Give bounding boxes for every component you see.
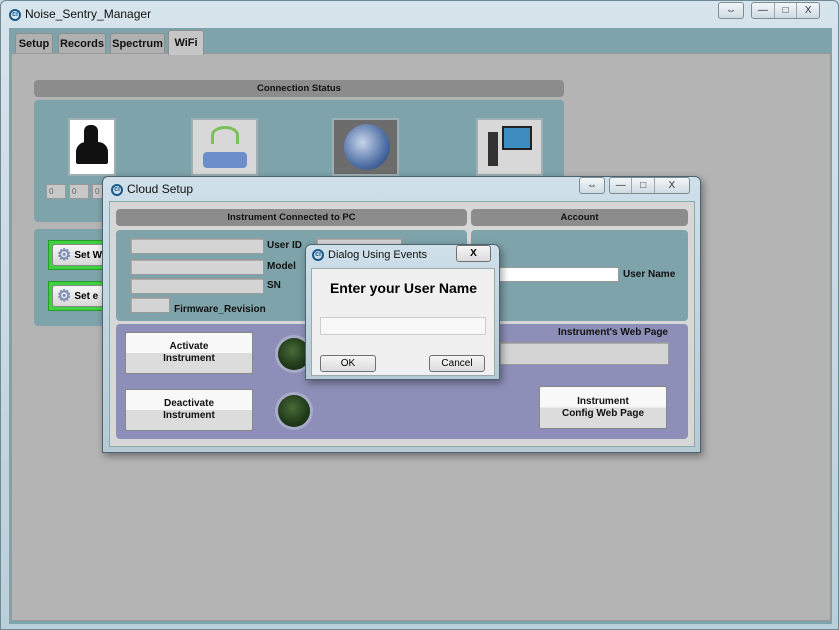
resize-icon[interactable]: ⇔ bbox=[580, 178, 604, 193]
cancel-button[interactable]: Cancel bbox=[429, 355, 485, 372]
gear-icon: ⚙ bbox=[57, 247, 72, 264]
cloud-window-controls: — □ X bbox=[609, 177, 690, 194]
main-restore-button[interactable]: ⇔ bbox=[718, 2, 744, 19]
close-button[interactable]: X bbox=[797, 3, 819, 18]
user-id-label: User ID bbox=[267, 240, 303, 251]
dialog-close-button[interactable]: X bbox=[456, 245, 491, 262]
dialog-prompt: Enter your User Name bbox=[329, 280, 478, 296]
set-e-label: Set e bbox=[74, 290, 99, 302]
instrument-header: Instrument Connected to PC bbox=[116, 209, 467, 226]
firmware-label: Firmware_Revision bbox=[174, 304, 266, 315]
set-wifi-label: Set W bbox=[74, 249, 103, 261]
tab-setup[interactable]: Setup bbox=[15, 33, 53, 53]
tab-wifi[interactable]: WiFi bbox=[168, 30, 204, 55]
firmware-field[interactable] bbox=[130, 297, 170, 313]
app-logo-icon: ci bbox=[9, 8, 21, 21]
resize-icon[interactable]: ⇔ bbox=[719, 3, 743, 18]
ok-button[interactable]: OK bbox=[320, 355, 376, 372]
user-name-field[interactable] bbox=[493, 267, 619, 282]
model-field[interactable] bbox=[130, 259, 264, 275]
dialog-title: ci Dialog Using Events bbox=[312, 249, 428, 262]
model-label: Model bbox=[267, 261, 296, 272]
sn-field[interactable] bbox=[130, 278, 264, 294]
minimize-button[interactable]: — bbox=[752, 3, 775, 18]
tab-records[interactable]: Records bbox=[58, 33, 106, 53]
main-title-text: Noise_Sentry_Manager bbox=[25, 7, 152, 21]
deactivate-instrument-button[interactable]: Deactivate Instrument bbox=[125, 389, 253, 431]
counter-1: 0 bbox=[46, 184, 66, 199]
config-web-page-button[interactable]: Instrument Config Web Page bbox=[539, 386, 667, 429]
account-header: Account bbox=[471, 209, 688, 226]
cloud-restore-button[interactable]: ⇔ bbox=[579, 177, 605, 194]
router-image bbox=[191, 118, 258, 176]
main-title: ci Noise_Sentry_Manager bbox=[9, 7, 151, 21]
earth-image bbox=[332, 118, 399, 176]
instrument-image bbox=[68, 118, 116, 176]
cloud-setup-title: ci Cloud Setup bbox=[111, 182, 193, 196]
maximize-button[interactable]: □ bbox=[775, 3, 798, 18]
sn-label: SN bbox=[267, 280, 281, 291]
connection-status-header: Connection Status bbox=[34, 80, 564, 97]
maximize-button[interactable]: □ bbox=[632, 178, 655, 193]
web-page-label: Instrument's Web Page bbox=[558, 327, 668, 338]
minimize-button[interactable]: — bbox=[610, 178, 633, 193]
app-logo-icon: ci bbox=[312, 249, 324, 262]
tab-spectrum[interactable]: Spectrum bbox=[110, 33, 165, 53]
app-logo-icon: ci bbox=[111, 183, 123, 196]
user-id-field[interactable] bbox=[130, 238, 264, 254]
counter-2: 0 bbox=[69, 184, 89, 199]
user-name-dialog: ci Dialog Using Events X Enter your User … bbox=[305, 244, 500, 380]
computer-image bbox=[476, 118, 543, 176]
activate-instrument-button[interactable]: Activate Instrument bbox=[125, 332, 253, 374]
user-name-label: User Name bbox=[623, 269, 676, 280]
gear-icon: ⚙ bbox=[57, 288, 72, 305]
cloud-setup-title-text: Cloud Setup bbox=[127, 182, 194, 196]
user-name-input[interactable] bbox=[320, 317, 486, 335]
close-button[interactable]: X bbox=[655, 178, 689, 193]
main-window-controls: — □ X bbox=[751, 2, 820, 19]
dialog-title-text: Dialog Using Events bbox=[328, 249, 428, 261]
deactivate-led-indicator bbox=[278, 395, 310, 427]
web-page-field[interactable] bbox=[499, 342, 669, 365]
